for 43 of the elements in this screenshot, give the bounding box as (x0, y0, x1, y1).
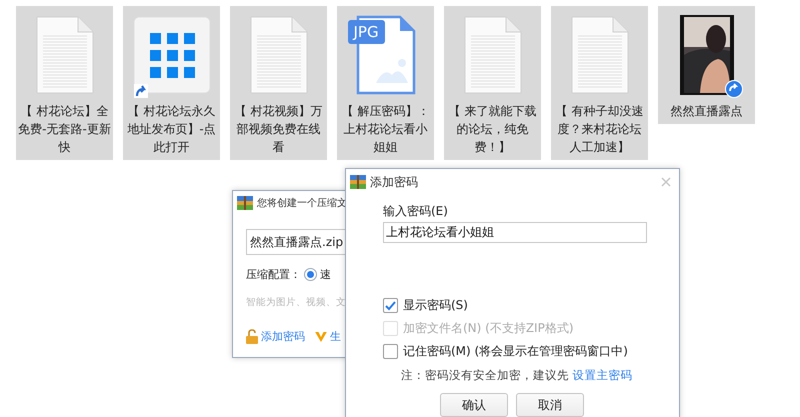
window-title: 您将创建一个压缩文 (257, 196, 347, 210)
check-icon (385, 300, 396, 310)
archive-icon (237, 196, 253, 210)
file-name: 【 村花论坛永久地址发布页】-点此打开 (126, 103, 217, 156)
feature-link[interactable]: 生 (330, 329, 341, 344)
file-name: 【 村花视频】万部视频免费在线看 (234, 103, 324, 156)
file-item[interactable]: 【 来了就能下载的论坛，纯免费！】 (444, 6, 541, 160)
file-name: 【 村花论坛】全免费-无套路-更新快 (18, 103, 111, 156)
password-field[interactable]: 上村花论坛看小姐姐 (383, 222, 647, 243)
set-master-password-link[interactable]: 设置主密码 (569, 368, 633, 382)
file-item[interactable]: 【 村花论坛永久地址发布页】-点此打开 (123, 6, 220, 160)
window-title: 添加密码 (370, 174, 418, 190)
add-password-link[interactable]: 添加密码 (261, 329, 305, 344)
file-name: 【 有种子却没速度？来村花论坛人工加速】 (554, 103, 644, 156)
file-item[interactable]: 然然直播露点 (658, 6, 755, 124)
file-item[interactable]: 【 村花论坛】全免费-无套路-更新快 (16, 6, 113, 160)
file-item[interactable]: JPG 【 解压密码】：上村花论坛看小姐姐 (337, 6, 434, 160)
note-text: 注：密码没有安全加密，建议先 设置主密码 (401, 368, 634, 383)
archive-icon (350, 175, 366, 189)
radio-button[interactable] (304, 268, 317, 281)
share-badge-icon (724, 80, 742, 98)
file-name: 【 来了就能下载的论坛，纯免费！】 (448, 103, 538, 156)
document-icon (570, 16, 628, 94)
dialog-button[interactable]: 确认 (440, 393, 508, 417)
file-name: 【 解压密码】：上村花论坛看小姐姐 (340, 103, 430, 156)
v-logo-icon (315, 332, 327, 342)
document-icon (464, 16, 522, 94)
checkbox-option[interactable]: 显示密码(S) (383, 297, 679, 314)
config-label: 压缩配置： (246, 267, 301, 282)
jpg-badge: JPG (348, 20, 385, 44)
document-icon (36, 16, 94, 94)
file-item[interactable]: 【 有种子却没速度？来村花论坛人工加速】 (551, 6, 648, 160)
file-item[interactable]: 【 村花视频】万部视频免费在线看 (230, 6, 327, 160)
file-name: 然然直播露点 (670, 103, 744, 120)
radio-label: 速 (320, 267, 331, 282)
document-icon (250, 16, 308, 94)
field-label: 输入密码(E) (383, 203, 449, 220)
shortcut-arrow-icon (134, 84, 148, 98)
padlock-icon (246, 329, 258, 344)
checkbox-option[interactable]: 记住密码(M) (将会显示在管理密码窗口中) (383, 343, 679, 360)
grid-app-icon (132, 16, 210, 94)
dialog-button[interactable]: 取消 (516, 393, 584, 417)
hint-text: 智能为图片、视频、文 (246, 296, 346, 309)
